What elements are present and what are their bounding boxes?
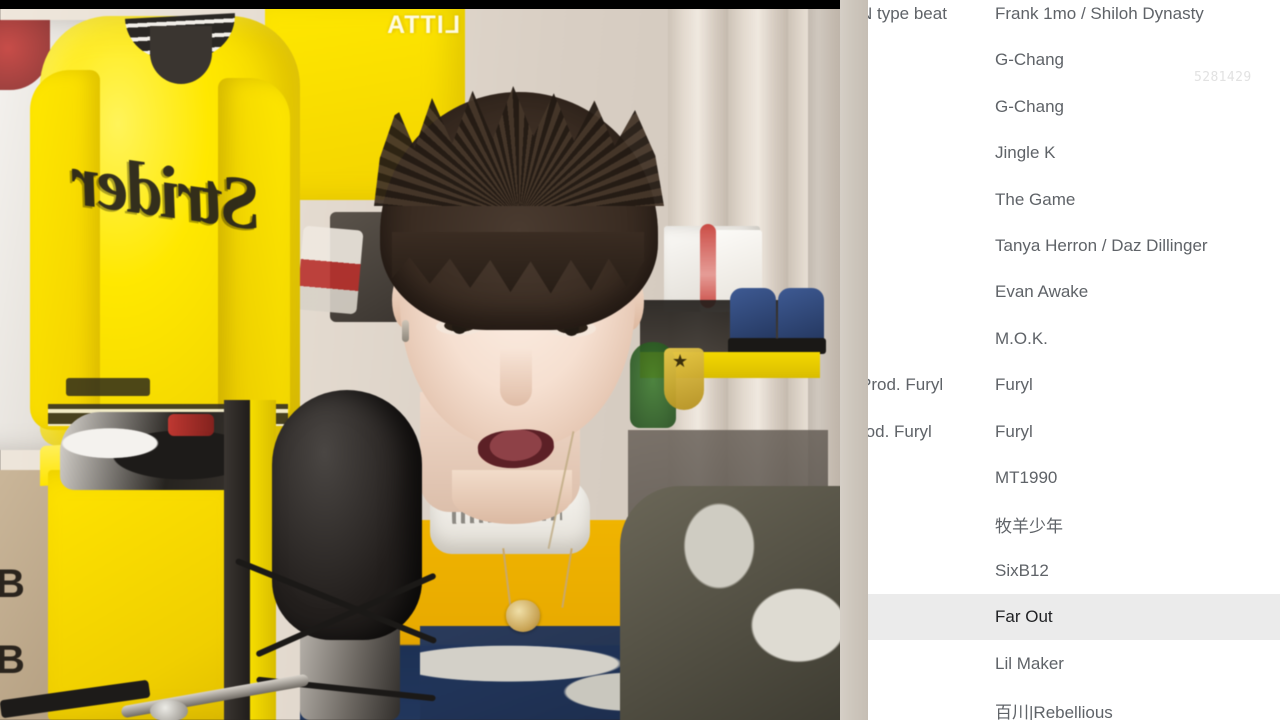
list-item[interactable]: MT1990 bbox=[868, 455, 1280, 501]
list-item[interactable]: Far Out bbox=[868, 594, 1280, 641]
list-item-artist: Evan Awake bbox=[995, 282, 1089, 302]
list-item-artist: The Game bbox=[995, 189, 1076, 209]
list-item-title: rod. Furyl bbox=[868, 421, 932, 441]
litta-poster-text: LITTA bbox=[386, 11, 460, 39]
red-white-item bbox=[296, 225, 364, 315]
list-item-artist: Frank 1mo / Shiloh Dynasty bbox=[995, 4, 1204, 23]
list-item-artist: 百川|Rebellious bbox=[995, 702, 1113, 720]
red-stripe-garment bbox=[168, 414, 214, 436]
list-item[interactable]: Prod. Furyl Furyl bbox=[868, 362, 1280, 408]
list-item-artist: Tanya Herron / Daz Dillinger bbox=[995, 236, 1208, 255]
list-item-artist: Lil Maker bbox=[995, 653, 1064, 673]
list-item[interactable]: M.O.K. bbox=[868, 316, 1280, 362]
list-item[interactable]: The Game bbox=[868, 177, 1280, 223]
earring bbox=[402, 320, 409, 342]
red-hanging-object bbox=[700, 224, 716, 308]
list-item[interactable]: Evan Awake bbox=[868, 269, 1280, 315]
list-item-title: Prod. Furyl bbox=[868, 375, 944, 395]
list-item[interactable]: 牧羊少年 bbox=[868, 501, 1280, 547]
watermark-id: 5281429 bbox=[1194, 70, 1252, 85]
music-list-panel[interactable]: N type beat Frank 1mo / Shiloh Dynasty G-C… bbox=[868, 0, 1280, 720]
livestream-video[interactable]: ★ LITTA LITTA Strider B B bbox=[0, 0, 868, 720]
list-item[interactable]: Tanya Herron / Daz Dillinger bbox=[868, 223, 1280, 269]
jacket-pocket bbox=[66, 378, 150, 396]
list-item[interactable]: Jingle K bbox=[868, 130, 1280, 176]
list-item-artist: G-Chang bbox=[995, 96, 1064, 116]
list-item[interactable]: N type beat Frank 1mo / Shiloh Dynasty bbox=[868, 0, 1280, 37]
list-item-artist: Furyl bbox=[995, 421, 1033, 441]
cardboard-letter-2: B bbox=[0, 638, 25, 682]
panel-divider-strip bbox=[840, 0, 868, 720]
cardboard-letter-1: B bbox=[0, 562, 25, 606]
list-item-artist: MT1990 bbox=[995, 468, 1058, 487]
sweater-shoulder-right bbox=[620, 486, 868, 720]
necklace-pendant bbox=[506, 600, 540, 632]
sneaker-left bbox=[730, 288, 776, 342]
list-item-artist: M.O.K. bbox=[995, 328, 1048, 348]
video-frame: ★ LITTA LITTA Strider B B bbox=[0, 0, 868, 720]
list-item-artist: 牧羊少年 bbox=[995, 516, 1063, 536]
list-item[interactable]: SixB12 bbox=[868, 548, 1280, 594]
list-item-artist: G-Chang bbox=[995, 50, 1064, 70]
microphone-adjust-knob[interactable] bbox=[150, 700, 188, 720]
list-item[interactable]: G-Chang bbox=[868, 84, 1280, 130]
star-icon: ★ bbox=[672, 351, 689, 371]
list-item-artist: Jingle K bbox=[995, 143, 1056, 163]
list-item-title: N type beat bbox=[868, 4, 947, 23]
video-letterbox-top bbox=[0, 0, 868, 9]
list-item[interactable]: rod. Furyl Furyl bbox=[868, 409, 1280, 455]
list-item-artist: Far Out bbox=[995, 607, 1053, 627]
list-item-artist: SixB12 bbox=[995, 560, 1049, 580]
list-item[interactable]: 百川|Rebellious bbox=[868, 687, 1280, 720]
screen-root: ★ LITTA LITTA Strider B B N type beat Fr… bbox=[0, 0, 1280, 720]
list-item[interactable]: Lil Maker bbox=[868, 641, 1280, 687]
list-item-artist: Furyl bbox=[995, 375, 1033, 395]
nose bbox=[500, 348, 532, 406]
sneaker-right bbox=[778, 288, 824, 342]
